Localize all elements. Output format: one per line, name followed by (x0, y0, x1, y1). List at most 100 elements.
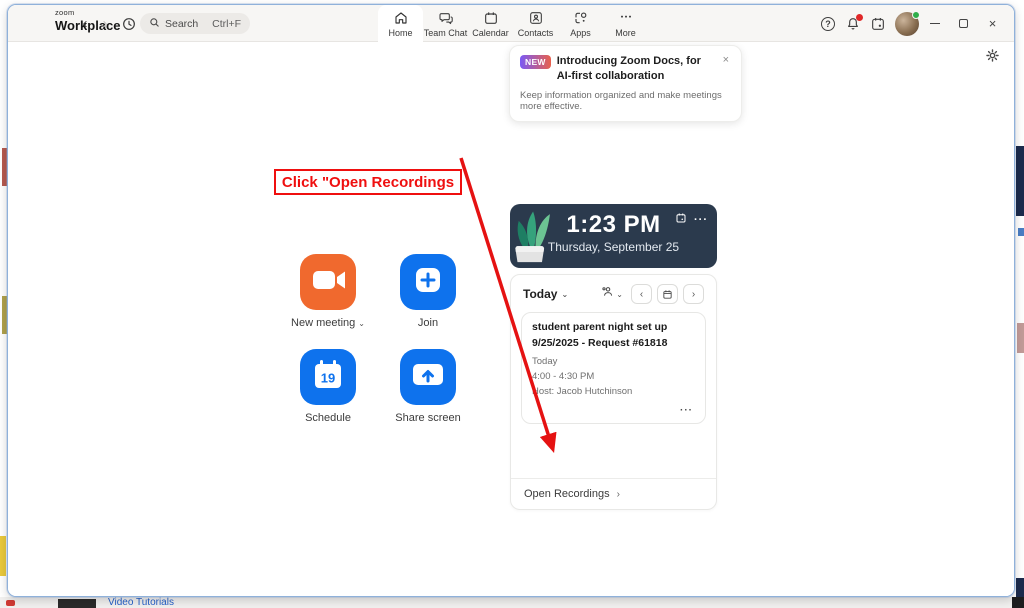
search-shortcut: Ctrl+F (212, 17, 241, 30)
minimize-icon (929, 22, 940, 25)
new-meeting-button[interactable]: New meeting ⌄ (291, 254, 365, 329)
meeting-title: student parent night set up 9/25/2025 - … (532, 321, 668, 349)
availability-dropdown[interactable]: ⌄ (601, 285, 623, 303)
plus-icon (400, 252, 456, 313)
maximize-icon (959, 19, 968, 28)
chevron-down-icon: ⌄ (616, 289, 623, 299)
time-card-more-icon[interactable]: ··· (694, 214, 708, 226)
calendar-icon (483, 10, 499, 26)
maximize-button[interactable] (950, 5, 977, 42)
jump-to-date-button[interactable] (657, 284, 678, 304)
next-day-button[interactable]: › (683, 284, 704, 304)
chevron-right-icon: › (616, 488, 620, 500)
schedule-toolbar: Today ⌄ ⌄ ‹ › (511, 275, 716, 309)
chevron-down-icon: ⌄ (561, 289, 569, 299)
schedule-label: Schedule (305, 412, 351, 424)
tab-contacts-label: Contacts (517, 27, 554, 38)
background-fragment-pink (1017, 323, 1024, 353)
apps-icon (573, 10, 589, 26)
avatar[interactable] (895, 10, 920, 36)
history-icon[interactable] (118, 13, 139, 34)
chat-icon (438, 10, 454, 26)
new-badge: NEW (520, 55, 551, 69)
banner-title: Introducing Zoom Docs, for AI-first coll… (556, 55, 701, 82)
minimize-button[interactable] (921, 5, 948, 42)
titlebar: zoom Workplace ‹ › Search Ctrl+F Home Te… (8, 5, 1014, 43)
tab-apps-label: Apps (570, 27, 591, 38)
calendar-day-number: 19 (321, 370, 335, 385)
video-camera-icon (300, 252, 356, 313)
background-fragment-blue (1018, 228, 1024, 236)
search-placeholder: Search (165, 17, 199, 30)
tab-calendar-label: Calendar (472, 27, 509, 38)
home-content: NEW Introducing Zoom Docs, for AI-first … (8, 42, 1014, 596)
chevron-down-icon[interactable]: ⌄ (358, 319, 365, 328)
notification-badge (856, 13, 863, 21)
meetings-calendar-icon[interactable] (867, 13, 889, 35)
background-fragment-navy-top (1016, 146, 1024, 216)
schedule-button[interactable]: 19 Schedule (300, 349, 356, 424)
search-input[interactable]: Search Ctrl+F (140, 13, 250, 34)
join-label: Join (417, 317, 439, 329)
share-screen-label: Share screen (395, 412, 461, 424)
open-recordings-link[interactable]: Open Recordings › (511, 478, 716, 509)
tab-more[interactable]: More (603, 5, 648, 42)
clock-date: Thursday, September 25 (547, 240, 680, 254)
schedule-panel: Today ⌄ ⌄ ‹ › student parent night set u… (510, 274, 717, 510)
home-actions: New meeting ⌄ Join 19 Schedule Share scr… (278, 254, 488, 424)
schedule-tile[interactable]: 19 (300, 349, 356, 405)
tab-home-label: Home (388, 28, 413, 38)
help-icon[interactable]: ? (817, 13, 839, 35)
zoom-workplace-window: zoom Workplace ‹ › Search Ctrl+F Home Te… (7, 4, 1015, 597)
join-tile[interactable] (400, 254, 456, 310)
share-up-arrow-icon (400, 347, 456, 408)
meeting-day: Today (532, 355, 558, 367)
close-icon: × (988, 16, 997, 31)
main-tabs: Home Team Chat Calendar Contacts Apps Mo… (378, 5, 648, 43)
tab-apps[interactable]: Apps (558, 5, 603, 42)
new-meeting-label: New meeting (291, 317, 356, 329)
tab-home[interactable]: Home (378, 5, 423, 43)
join-button[interactable]: Join (400, 254, 456, 329)
close-button[interactable]: × (979, 5, 1006, 42)
background-bottom-strip: Video Tutorials (0, 597, 1024, 608)
settings-gear-icon[interactable] (984, 47, 1002, 65)
background-fragment-yellow (0, 536, 6, 576)
tab-team-chat[interactable]: Team Chat (423, 5, 468, 42)
home-icon (393, 10, 409, 26)
back-button[interactable]: ‹ (76, 5, 94, 42)
meeting-card[interactable]: student parent night set up 9/25/2025 - … (521, 312, 706, 425)
right-column: 1:23 PM Thursday, September 25 ··· Today… (510, 204, 717, 510)
calendar-small-icon[interactable] (675, 211, 687, 229)
schedule-empty-space (511, 424, 716, 478)
today-dropdown[interactable]: Today ⌄ (523, 287, 568, 301)
background-icon (6, 600, 15, 606)
share-screen-tile[interactable] (400, 349, 456, 405)
background-block (58, 599, 96, 608)
forward-button[interactable]: › (96, 5, 114, 42)
time-card: 1:23 PM Thursday, September 25 ··· (510, 204, 717, 268)
calendar-19-icon: 19 (300, 347, 356, 408)
video-tutorials-link[interactable]: Video Tutorials (108, 597, 174, 608)
tab-calendar[interactable]: Calendar (468, 5, 513, 42)
help-glyph: ? (825, 18, 831, 29)
new-meeting-tile[interactable] (300, 254, 356, 310)
person-status-icon (601, 285, 614, 303)
meeting-more-icon[interactable]: ··· (532, 399, 695, 420)
annotation-callout: Click "Open Recordings (274, 169, 462, 195)
tab-team-chat-label: Team Chat (423, 27, 468, 38)
open-recordings-label: Open Recordings (524, 488, 610, 500)
zoom-docs-banner: NEW Introducing Zoom Docs, for AI-first … (509, 45, 742, 122)
notifications-bell-icon[interactable] (842, 13, 864, 35)
share-screen-button[interactable]: Share screen (395, 349, 461, 424)
banner-close-icon[interactable]: × (721, 54, 731, 67)
more-icon (618, 10, 634, 26)
meeting-time-range: 4:00 - 4:30 PM (532, 370, 595, 382)
prev-day-button[interactable]: ‹ (631, 284, 652, 304)
titlebar-right: ? × (814, 5, 1006, 42)
tab-more-label: More (615, 27, 636, 38)
meeting-host: Host: Jacob Hutchinson (532, 385, 633, 397)
contacts-icon (528, 10, 544, 26)
tab-contacts[interactable]: Contacts (513, 5, 558, 42)
presence-status-dot (912, 10, 920, 19)
